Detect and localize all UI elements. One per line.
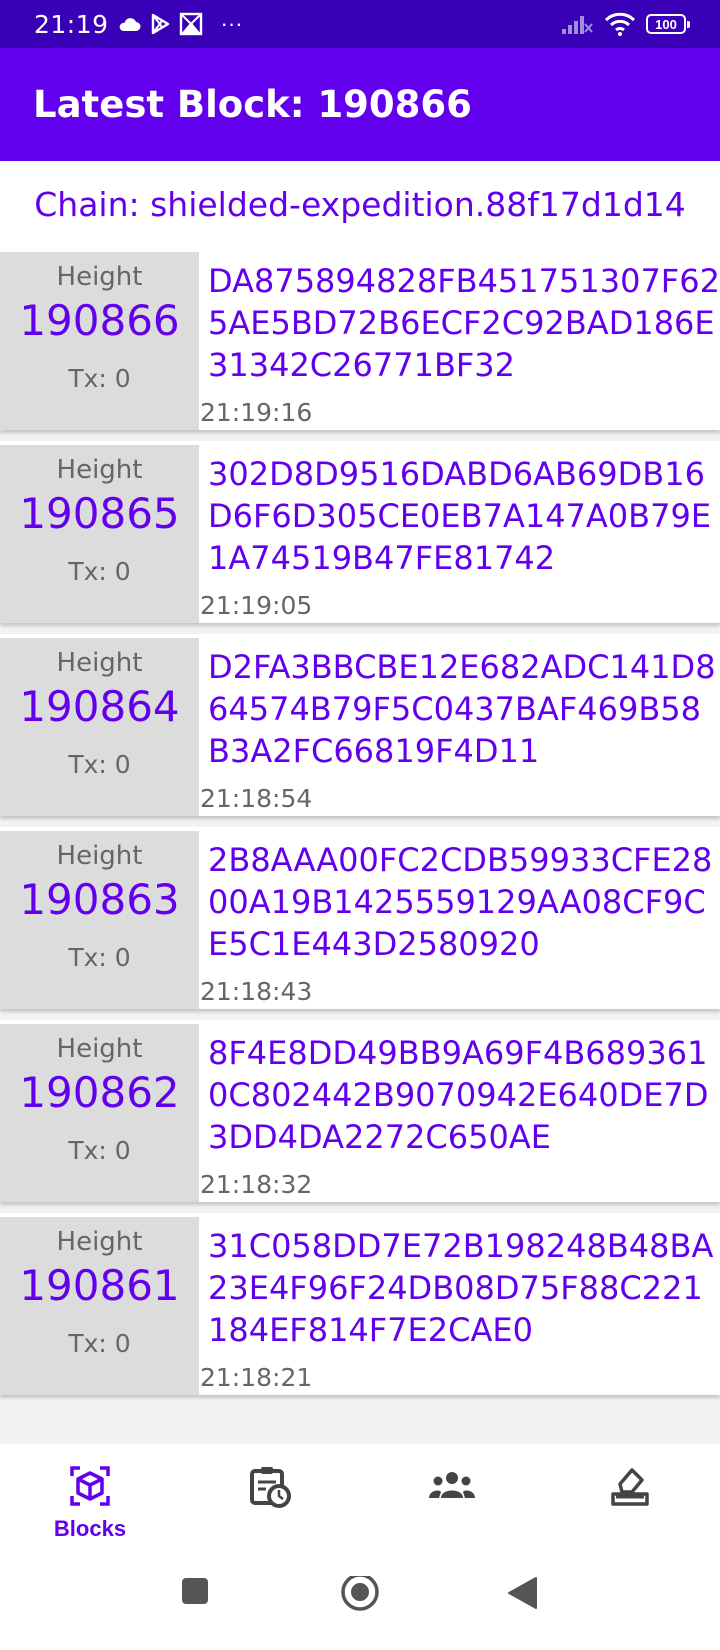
height-box: Height 190864 Tx: 0 <box>0 638 199 816</box>
tx-count: Tx: 0 <box>68 1329 131 1358</box>
block-time: 21:18:54 <box>200 784 313 813</box>
page-title: Latest Block: 190866 <box>33 83 472 126</box>
status-left: 21:19 ··· <box>34 10 243 39</box>
height-label: Height <box>56 262 143 292</box>
block-time: 21:19:16 <box>200 398 313 427</box>
signal-icon <box>560 13 594 35</box>
height-box: Height 190865 Tx: 0 <box>0 445 199 623</box>
tx-count: Tx: 0 <box>68 943 131 972</box>
gallery-icon <box>179 12 203 36</box>
block-hash: D2FA3BBCBE12E682ADC141D864574B79F5C0437B… <box>208 648 716 770</box>
block-height: 190864 <box>19 682 180 731</box>
more-notifications-icon: ··· <box>220 11 243 36</box>
tx-count: Tx: 0 <box>68 557 131 586</box>
height-label: Height <box>56 1227 143 1257</box>
cloud-icon <box>117 16 141 32</box>
block-hash: 8F4E8DD49BB9A69F4B6893610C802442B9070942… <box>208 1034 709 1156</box>
block-card[interactable]: Height 190862 Tx: 0 8F4E8DD49BB9A69F4B68… <box>0 1020 720 1202</box>
block-hash: DA875894828FB451751307F625AE5BD72B6ECF2C… <box>208 262 720 384</box>
block-time: 21:19:05 <box>200 591 313 620</box>
tx-count: Tx: 0 <box>68 364 131 393</box>
block-height: 190865 <box>19 489 180 538</box>
play-store-icon <box>149 13 171 35</box>
block-height: 190863 <box>19 875 180 924</box>
nav-label-blocks: Blocks <box>53 1516 127 1541</box>
status-right: 100 <box>560 12 690 36</box>
height-label: Height <box>56 841 143 871</box>
vote-icon <box>608 1464 652 1508</box>
battery-icon: 100 <box>646 14 690 34</box>
back-button[interactable] <box>506 1576 538 1615</box>
block-card[interactable]: Height 190866 Tx: 0 DA875894828FB4517513… <box>0 248 720 430</box>
wifi-icon <box>604 12 636 36</box>
block-time: 21:18:32 <box>200 1170 313 1199</box>
height-box: Height 190861 Tx: 0 <box>0 1217 199 1395</box>
height-box: Height 190862 Tx: 0 <box>0 1024 199 1202</box>
block-card[interactable]: Height 190861 Tx: 0 31C058DD7E72B198248B… <box>0 1213 720 1395</box>
group-icon <box>428 1464 475 1508</box>
block-card[interactable]: Height 190863 Tx: 0 2B8AAA00FC2CDB59933C… <box>0 827 720 1009</box>
height-label: Height <box>56 648 143 678</box>
nav-item-validators[interactable] <box>360 1444 540 1564</box>
home-button[interactable] <box>339 1573 381 1623</box>
block-time: 21:18:43 <box>200 977 313 1006</box>
height-label: Height <box>56 1034 143 1064</box>
nav-item-governance[interactable] <box>540 1444 720 1564</box>
status-bar: 21:19 ··· 100 <box>0 0 720 48</box>
recents-button[interactable] <box>180 1576 210 1611</box>
nav-item-blocks[interactable]: Blocks <box>0 1444 180 1564</box>
block-hash: 31C058DD7E72B198248B48BA23E4F96F24DB08D7… <box>208 1227 714 1349</box>
block-card[interactable]: Height 190864 Tx: 0 D2FA3BBCBE12E682ADC1… <box>0 634 720 816</box>
block-height: 190862 <box>19 1068 180 1117</box>
nav-item-schedule[interactable] <box>180 1444 360 1564</box>
bottom-nav: Blocks <box>0 1444 720 1564</box>
block-card[interactable]: Height 190865 Tx: 0 302D8D9516DABD6AB69D… <box>0 441 720 623</box>
block-list[interactable]: Height 190866 Tx: 0 DA875894828FB4517513… <box>0 248 720 1444</box>
app-bar: Latest Block: 190866 <box>0 48 720 161</box>
block-height: 190866 <box>19 296 180 345</box>
status-time: 21:19 <box>34 9 109 39</box>
height-box: Height 190866 Tx: 0 <box>0 252 199 430</box>
block-hash: 2B8AAA00FC2CDB59933CFE2800A19B1425559129… <box>208 841 713 963</box>
block-hash: 302D8D9516DABD6AB69DB16D6F6D305CE0EB7A14… <box>208 455 712 577</box>
block-height: 190861 <box>19 1261 180 1310</box>
schedule-icon <box>248 1464 292 1508</box>
block-time: 21:18:21 <box>200 1363 313 1392</box>
height-label: Height <box>56 455 143 485</box>
tx-count: Tx: 0 <box>68 1136 131 1165</box>
system-nav-bar <box>0 1564 720 1650</box>
cube-icon <box>68 1464 112 1508</box>
height-box: Height 190863 Tx: 0 <box>0 831 199 1009</box>
chain-label: Chain: shielded-expedition.88f17d1d14 <box>34 184 686 224</box>
tx-count: Tx: 0 <box>68 750 131 779</box>
